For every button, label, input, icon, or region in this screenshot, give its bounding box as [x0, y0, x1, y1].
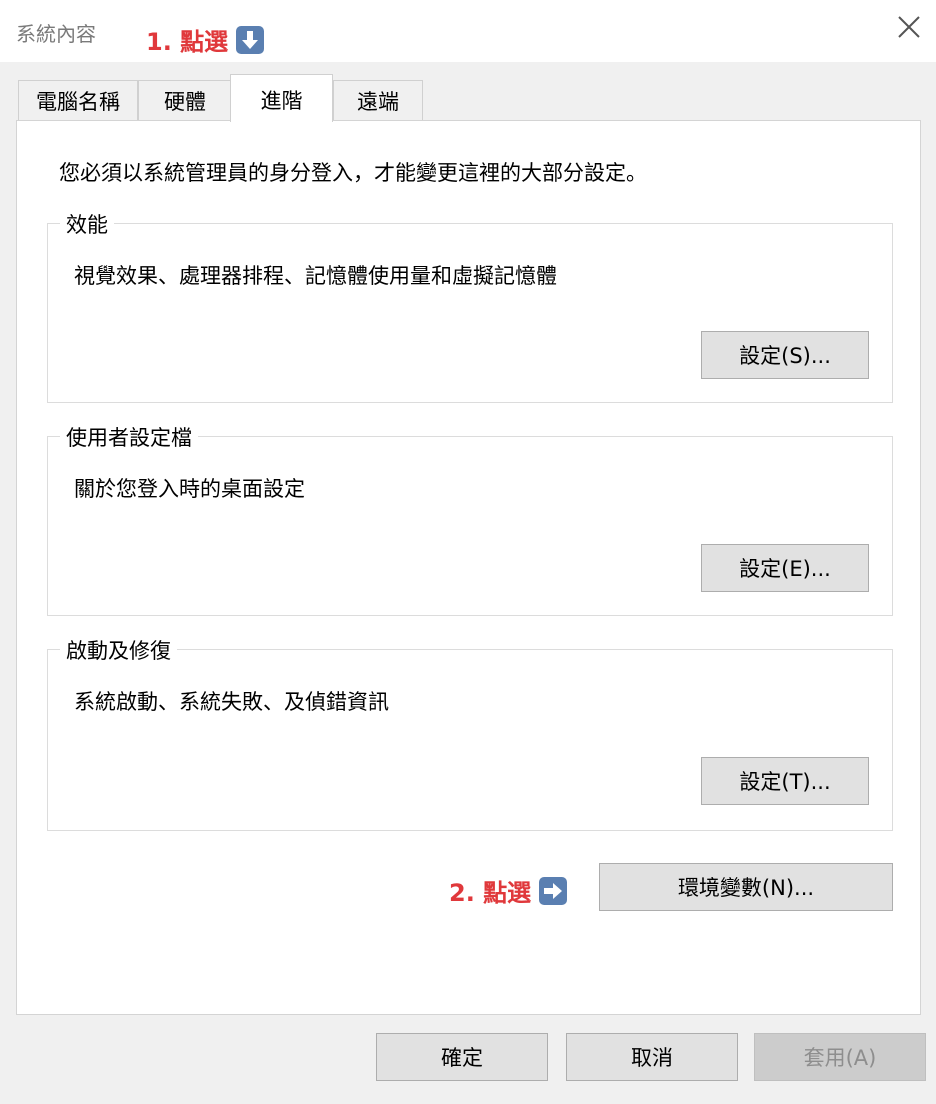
- tab-label: 遠端: [357, 89, 399, 114]
- tab-label: 進階: [260, 89, 303, 113]
- tab-remote[interactable]: 遠端: [333, 80, 423, 120]
- startup-recovery-settings-button[interactable]: 設定(T)...: [701, 757, 869, 805]
- startup-recovery-group: 啟動及修復 系統啟動、系統失敗、及偵錯資訊 設定(T)...: [47, 635, 893, 831]
- tab-hardware[interactable]: 硬體: [138, 80, 232, 120]
- close-icon: [898, 16, 920, 38]
- cancel-button[interactable]: 取消: [566, 1033, 738, 1081]
- step1-annotation: 1. 點選: [146, 22, 265, 57]
- dialog-footer: 確定 取消 套用(A): [0, 1015, 936, 1104]
- tab-strip: 電腦名稱 硬體 進階 遠端: [0, 62, 936, 122]
- window-title: 系統內容: [16, 22, 96, 46]
- group-title: 效能: [60, 209, 114, 239]
- group-title: 啟動及修復: [60, 635, 177, 665]
- tab-label: 電腦名稱: [36, 89, 120, 114]
- ok-button[interactable]: 確定: [376, 1033, 548, 1081]
- title-bar: 系統內容 1. 點選: [0, 0, 936, 62]
- user-profiles-group: 使用者設定檔 關於您登入時的桌面設定 設定(E)...: [47, 422, 893, 616]
- down-arrow-icon: [236, 25, 265, 54]
- tab-computer-name[interactable]: 電腦名稱: [18, 80, 138, 120]
- tab-advanced[interactable]: 進階: [230, 74, 333, 122]
- tab-label: 硬體: [164, 89, 206, 114]
- group-description: 系統啟動、系統失敗、及偵錯資訊: [74, 690, 389, 714]
- group-description: 視覺效果、處理器排程、記憶體使用量和虛擬記憶體: [74, 264, 557, 288]
- right-arrow-icon: [539, 876, 568, 905]
- close-button[interactable]: [896, 14, 922, 40]
- intro-text: 您必須以系統管理員的身分登入，才能變更這裡的大部分設定。: [59, 161, 647, 185]
- step2-annotation: 2. 點選: [449, 873, 568, 908]
- performance-group: 效能 視覺效果、處理器排程、記憶體使用量和虛擬記憶體 設定(S)...: [47, 209, 893, 403]
- advanced-panel: 您必須以系統管理員的身分登入，才能變更這裡的大部分設定。 效能 視覺效果、處理器…: [16, 120, 921, 1015]
- user-profiles-settings-button[interactable]: 設定(E)...: [701, 544, 869, 592]
- group-title: 使用者設定檔: [60, 422, 198, 452]
- step2-label: 2. 點選: [449, 879, 532, 907]
- step1-label: 1. 點選: [146, 28, 229, 56]
- apply-button[interactable]: 套用(A): [754, 1033, 926, 1081]
- performance-settings-button[interactable]: 設定(S)...: [701, 331, 869, 379]
- group-description: 關於您登入時的桌面設定: [74, 477, 305, 501]
- environment-variables-button[interactable]: 環境變數(N)...: [599, 863, 893, 911]
